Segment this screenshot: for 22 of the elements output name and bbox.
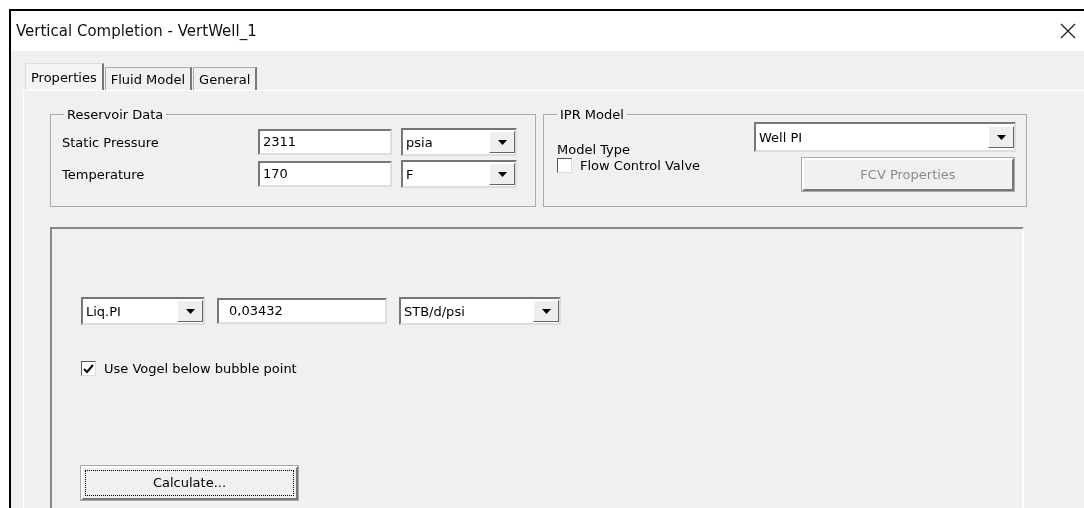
model-type-dropdown[interactable]: Well PI — [754, 122, 1016, 152]
tab[interactable]: Fluid Model — [104, 67, 193, 90]
unit-dropdown[interactable]: STB/d/psi — [399, 297, 561, 325]
tab[interactable]: General — [193, 67, 258, 90]
field-label: Model Type — [557, 142, 632, 157]
unit-dropdown[interactable]: F — [401, 160, 517, 188]
group-title: IPR Model — [559, 107, 625, 122]
checkbox[interactable]: Use Vogel below bubble point — [81, 361, 1022, 376]
input-field[interactable]: 0,03432 — [217, 298, 387, 324]
tab[interactable]: Properties — [25, 63, 104, 90]
checkmark-icon — [83, 363, 94, 374]
close-icon[interactable] — [1060, 23, 1076, 39]
group-title: Reservoir Data — [66, 107, 165, 122]
calculate-button[interactable]: Calculate... — [81, 466, 298, 500]
unit-dropdown[interactable]: psia — [401, 128, 517, 156]
window-title: Vertical Completion - VertWell_1 — [16, 22, 257, 40]
field-label: Temperature — [62, 166, 146, 182]
pi-type-dropdown[interactable]: Liq.PI — [81, 297, 205, 325]
checkbox[interactable]: Flow Control Valve — [557, 158, 701, 173]
input-field[interactable]: 170 — [258, 161, 392, 187]
input-field[interactable]: 2311 — [258, 129, 392, 155]
field-label: Static Pressure — [62, 134, 160, 150]
